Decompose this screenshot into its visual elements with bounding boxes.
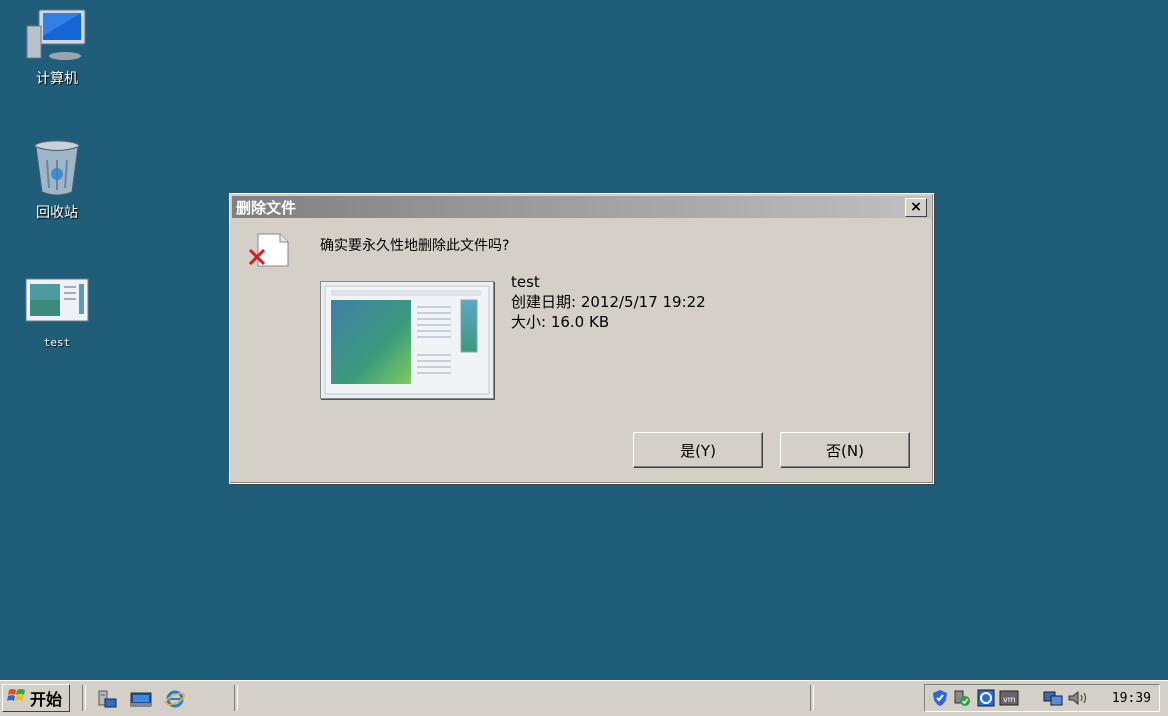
- delete-file-dialog: 删除文件 × 确实要永久性地删除此文件吗? test 创建日期: 2012/5/…: [229, 193, 934, 484]
- clock[interactable]: 19:39: [1112, 691, 1151, 706]
- internet-explorer-icon[interactable]: [164, 689, 186, 709]
- show-desktop-icon[interactable]: [130, 689, 152, 709]
- file-preview-thumbnail: [320, 281, 494, 399]
- close-button[interactable]: ×: [905, 197, 927, 217]
- delete-question: 确实要永久性地删除此文件吗?: [320, 238, 510, 254]
- file-created-date: 创建日期: 2012/5/17 19:22: [511, 293, 706, 311]
- file-size: 大小: 16.0 KB: [511, 313, 610, 331]
- volume-icon[interactable]: [1067, 689, 1086, 707]
- start-button[interactable]: 开始: [2, 684, 70, 712]
- yes-button[interactable]: 是(Y): [633, 432, 763, 468]
- delete-file-icon: [248, 232, 292, 270]
- desktop-icon-test[interactable]: test: [12, 278, 102, 349]
- system-tray: vm 19:39: [924, 684, 1160, 712]
- no-button[interactable]: 否(N): [780, 432, 910, 468]
- windows-logo-icon: [7, 687, 27, 709]
- recycle-bin-icon: [25, 140, 89, 198]
- start-label: 开始: [30, 690, 63, 709]
- taskbar-separator: [82, 685, 86, 711]
- computer-icon: [25, 6, 89, 64]
- desktop-icon-label: 计算机: [36, 71, 78, 87]
- document-thumbnail-icon: [25, 278, 89, 336]
- desktop-icon-label: 回收站: [36, 205, 78, 221]
- sync-icon[interactable]: [977, 689, 995, 707]
- dialog-title: 删除文件: [236, 198, 297, 217]
- taskbar-separator: [810, 685, 814, 711]
- network-icon[interactable]: [1043, 689, 1063, 707]
- security-shield-icon[interactable]: [931, 689, 949, 707]
- close-icon: ×: [910, 199, 922, 215]
- vmware-icon[interactable]: vm: [999, 689, 1019, 707]
- taskbar-separator: [234, 685, 238, 711]
- server-manager-icon[interactable]: [96, 689, 118, 709]
- desktop-icon-recycle-bin[interactable]: 回收站: [12, 140, 102, 222]
- file-name: test: [511, 273, 540, 291]
- svg-text:vm: vm: [1003, 695, 1016, 704]
- taskbar: 开始 vm 19:39: [0, 680, 1168, 716]
- dialog-titlebar[interactable]: 删除文件 ×: [232, 196, 931, 218]
- desktop-icon-label: test: [43, 336, 71, 349]
- file-info: test 创建日期: 2012/5/17 19:22 大小: 16.0 KB: [511, 272, 706, 332]
- desktop-icon-computer[interactable]: 计算机: [12, 6, 102, 88]
- network-check-icon[interactable]: [953, 689, 971, 707]
